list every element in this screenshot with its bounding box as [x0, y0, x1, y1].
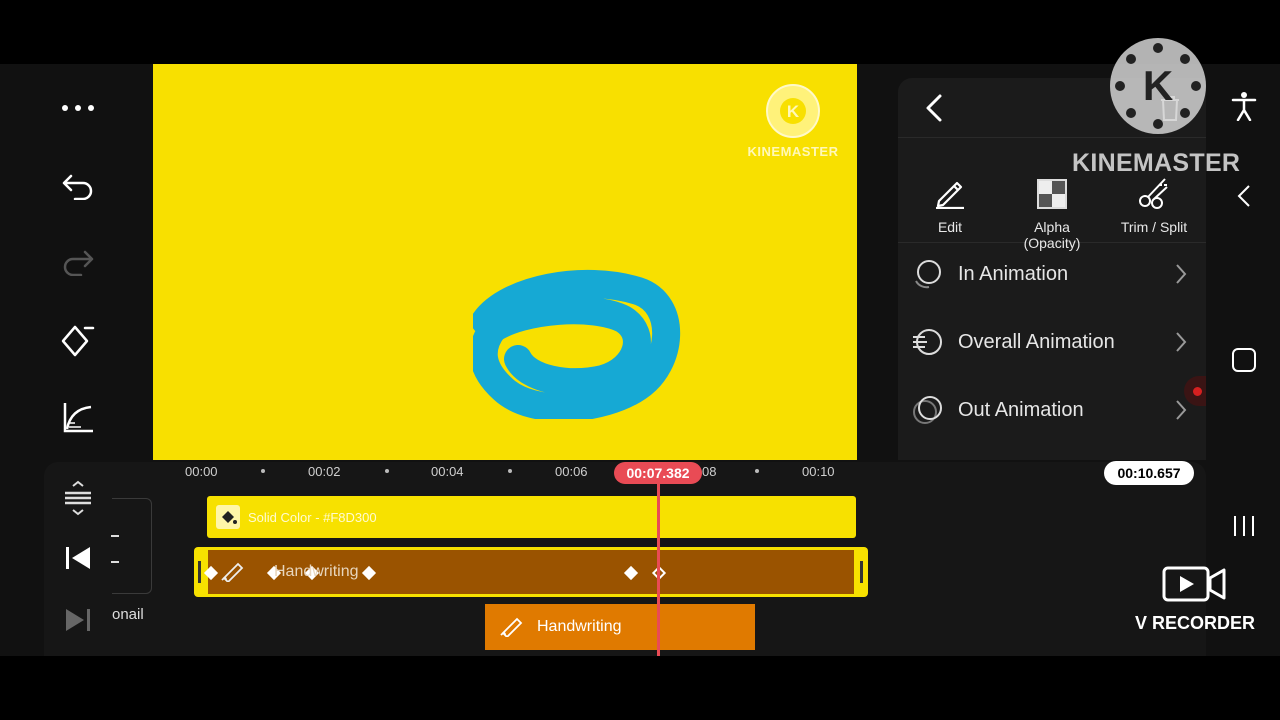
thumbnail-label: onail: [112, 606, 144, 623]
tick-dot: [508, 469, 512, 473]
svg-text:K: K: [1143, 62, 1173, 109]
playhead-time: 00:07.382: [614, 462, 702, 484]
redo-button[interactable]: [54, 238, 102, 286]
layer-options-panel: Edit Alpha (Opacity) Trim / Split In Ani…: [898, 78, 1206, 460]
nav-back-icon: [1237, 185, 1250, 207]
solid-color-layer[interactable]: Solid Color - #F8D300: [207, 496, 856, 538]
curve-graph-icon: [63, 403, 93, 433]
handwriting-stroke: [473, 269, 681, 419]
scissors-icon: [1139, 178, 1169, 209]
expand-collapse-icon: [65, 480, 91, 516]
edit-button[interactable]: Edit: [900, 139, 1000, 243]
keyframe-marker[interactable]: [623, 565, 639, 581]
brush-icon: [221, 562, 244, 582]
kinemaster-logo-icon: K: [766, 84, 820, 138]
undo-icon: [62, 174, 93, 200]
more-options-button[interactable]: [54, 84, 102, 132]
watermark-brand: KINEMASTER: [1072, 149, 1241, 177]
tick-dot: [755, 469, 759, 473]
keyframe-marker[interactable]: [203, 565, 219, 581]
thumbnail-panel[interactable]: [111, 498, 152, 594]
tick-dot: [261, 469, 265, 473]
tick-label: 00:00: [185, 464, 218, 479]
keyframe-diamond-icon: [61, 325, 95, 357]
tick-label: 00:10: [802, 464, 835, 479]
jump-to-start-button[interactable]: [62, 542, 94, 574]
watermark-logo: K: [1110, 38, 1206, 134]
nav-recents-button[interactable]: [1226, 508, 1262, 544]
svg-text:K: K: [787, 102, 800, 121]
nav-home-button[interactable]: [1226, 342, 1262, 378]
chevron-right-icon: [1176, 400, 1187, 420]
paint-bucket-icon: [216, 505, 240, 529]
tick-label: 00:06: [555, 464, 588, 479]
track-expand-button[interactable]: [60, 478, 96, 518]
skip-end-icon: [66, 609, 90, 631]
skip-start-icon: [66, 547, 90, 569]
nav-home-icon: [1232, 348, 1256, 372]
trim-handle-right[interactable]: [860, 561, 863, 583]
handwriting-layer[interactable]: Handwriting: [194, 547, 868, 597]
tick-label: 08: [702, 464, 717, 479]
chevron-left-icon: [926, 94, 942, 122]
tick-label: 00:02: [308, 464, 341, 479]
checker-icon: [1037, 179, 1067, 209]
brush-icon: [500, 617, 523, 637]
redo-icon: [63, 250, 94, 276]
pencil-icon: [936, 181, 964, 209]
v-recorder-watermark: V RECORDER: [1130, 564, 1260, 634]
chevron-right-icon: [1176, 332, 1187, 352]
record-indicator: [1184, 376, 1206, 406]
playhead[interactable]: [657, 482, 660, 656]
video-preview[interactable]: K KINEMASTER: [153, 64, 857, 460]
accessibility-icon: [1231, 92, 1257, 121]
graph-button[interactable]: [54, 394, 102, 442]
accessibility-button[interactable]: [1226, 88, 1262, 124]
overall-animation-icon: [913, 329, 942, 355]
nav-recents-icon: [1234, 516, 1254, 536]
kinemaster-logo-text: KINEMASTER: [747, 144, 839, 159]
handwriting-clip[interactable]: Handwriting: [485, 604, 755, 650]
in-animation-row[interactable]: In Animation: [898, 240, 1206, 308]
trim-handle-left[interactable]: [198, 561, 201, 583]
more-dots-icon: [62, 105, 94, 111]
back-button[interactable]: [918, 92, 950, 124]
tick-label: 00:04: [431, 464, 464, 479]
out-animation-icon: [913, 396, 942, 424]
in-animation-icon: [915, 260, 941, 289]
nav-back-button[interactable]: [1226, 178, 1262, 214]
jump-to-end-button[interactable]: [62, 604, 94, 636]
tick-dot: [385, 469, 389, 473]
overall-animation-row[interactable]: Overall Animation: [898, 308, 1206, 376]
left-toolbar: [40, 64, 116, 469]
undo-button[interactable]: [54, 162, 102, 210]
watermark-logo-icon: K: [1115, 43, 1201, 129]
kinemaster-logo: K KINEMASTER: [741, 84, 845, 159]
total-duration: 00:10.657: [1104, 461, 1194, 485]
keyframe-marker[interactable]: [361, 565, 377, 581]
keyframe-button[interactable]: [54, 316, 102, 364]
out-animation-row[interactable]: Out Animation: [898, 376, 1206, 444]
video-camera-icon: [1162, 566, 1226, 602]
chevron-right-icon: [1176, 264, 1187, 284]
